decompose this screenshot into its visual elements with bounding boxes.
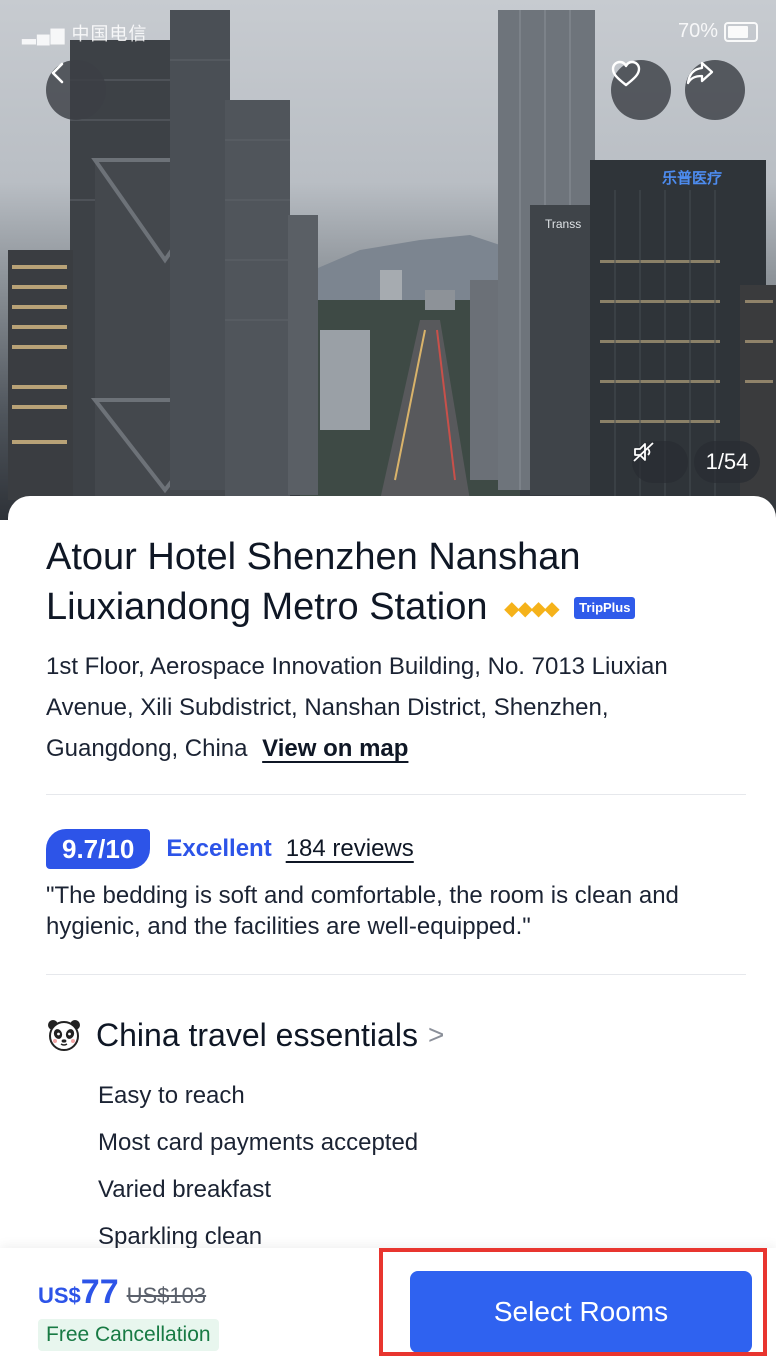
rating-max: /10 — [98, 833, 135, 864]
speaker-muted-icon — [633, 442, 654, 462]
hotel-title: Atour Hotel Shenzhen Nanshan Liuxiandong… — [46, 532, 746, 634]
free-cancellation-badge: Free Cancellation — [38, 1319, 219, 1351]
divider — [46, 794, 746, 795]
china-travel-essentials-header[interactable]: China travel essentials > — [46, 1012, 444, 1058]
divider — [46, 974, 746, 975]
current-price: 77 — [80, 1273, 119, 1311]
rating-row[interactable]: 9.7/10 Excellent 184 reviews — [46, 829, 414, 869]
essentials-title: China travel essentials — [96, 1016, 418, 1053]
share-button[interactable] — [685, 60, 745, 120]
tripplus-badge[interactable]: TripPlus — [574, 597, 636, 619]
building-sign-transs: Transs — [545, 217, 581, 231]
signal-icon: ▂▄▆ — [22, 24, 66, 44]
rating-score-badge: 9.7/10 — [46, 829, 151, 869]
battery-indicator: 70% — [678, 20, 758, 43]
hotel-photo-gallery[interactable]: Transs 乐普医疗 ▂▄▆ 中国电信 70% 1/54 — [0, 0, 776, 520]
back-button[interactable] — [46, 60, 106, 120]
price-display: US$ 77 US$103 — [38, 1273, 206, 1312]
carrier-name: 中国电信 — [71, 24, 148, 44]
view-on-map-link[interactable]: View on map — [262, 735, 408, 762]
essentials-item: Easy to reach — [98, 1082, 245, 1109]
review-quote: "The bedding is soft and comfortable, th… — [46, 882, 679, 940]
status-bar: ▂▄▆ 中国电信 70% — [0, 0, 776, 60]
share-arrow-icon — [686, 61, 714, 85]
original-price: US$103 — [126, 1283, 207, 1308]
building-sign-lepu: 乐普医疗 — [662, 169, 722, 187]
battery-percent: 70% — [677, 20, 718, 42]
battery-icon — [724, 21, 758, 42]
rating-label: Excellent — [166, 835, 272, 862]
photo-counter-text: 1/54 — [705, 449, 749, 474]
reviews-link[interactable]: 184 reviews — [286, 835, 414, 863]
hotel-address: 1st Floor, Aerospace Innovation Building… — [46, 646, 746, 769]
mute-toggle[interactable] — [632, 441, 688, 483]
heart-icon — [611, 60, 641, 87]
favorite-button[interactable] — [611, 60, 671, 120]
highlight-annotation-box — [379, 1248, 767, 1356]
essentials-item: Varied breakfast — [98, 1176, 271, 1203]
rating-score: 9.7 — [62, 833, 99, 864]
hotel-name: Atour Hotel Shenzhen Nanshan Liuxiandong… — [46, 536, 581, 628]
essentials-item: Most card payments accepted — [98, 1129, 419, 1156]
chevron-left-icon — [51, 62, 64, 84]
photo-counter[interactable]: 1/54 — [694, 441, 760, 483]
essentials-list: Easy to reach Most card payments accepte… — [98, 1072, 418, 1260]
chevron-right-icon: > — [427, 1019, 445, 1050]
signal-carrier: ▂▄▆ 中国电信 — [22, 20, 147, 46]
diamond-rating-icon: ◆◆◆◆ — [504, 598, 560, 620]
panda-icon — [48, 1020, 80, 1051]
price-currency: US$ — [38, 1283, 81, 1308]
